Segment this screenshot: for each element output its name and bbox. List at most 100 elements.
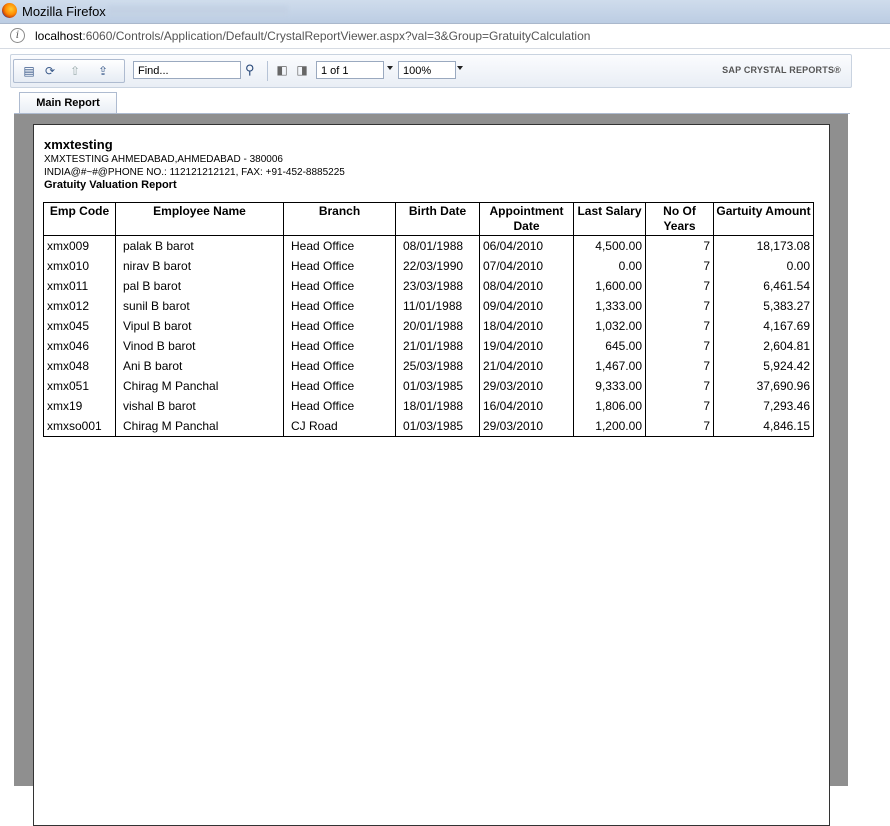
table-row: xmx19 vishal B barot Head Office 18/01/1988… [43,396,814,416]
table-cell: 645.00 [573,336,646,356]
table-cell: nirav B barot [115,256,284,276]
column-header: Birth Date [395,202,480,236]
table-cell: 7 [645,336,714,356]
zoom-dropdown-arrow-icon[interactable] [457,66,463,70]
report-area: xmxtesting XMXTESTING AHMEDABAD,AHMEDABA… [14,114,848,826]
table-cell: 4,846.15 [713,416,814,437]
table-cell: 09/04/2010 [479,296,574,316]
table-cell: Vipul B barot [115,316,284,336]
zoom-selector[interactable]: 100% [398,61,456,79]
gratuity-table: Emp Code Employee Name Branch Birth Date… [43,202,814,437]
table-cell: 06/04/2010 [479,235,574,256]
column-header: Last Salary [573,202,646,236]
table-cell: 20/01/1988 [395,316,480,336]
page-dropdown-arrow-icon[interactable] [387,66,393,70]
table-cell: Chirag M Panchal [115,416,284,437]
table-cell: 5,924.42 [713,356,814,376]
table-row: xmx012 sunil B barot Head Office 11/01/1988… [43,296,814,316]
page-selector[interactable]: 1 of 1 [316,61,384,79]
table-cell: 1,600.00 [573,276,646,296]
table-cell: 2,604.81 [713,336,814,356]
table-cell: Chirag M Panchal [115,376,284,396]
table-row: xmx011 pal B barot Head Office 23/03/1988 08… [43,276,814,296]
refresh-icon[interactable]: ⟳ [41,63,59,79]
search-binoculars-icon[interactable]: ⚲ [245,62,255,78]
table-cell: 19/04/2010 [479,336,574,356]
page-next-icon[interactable]: ◨ [293,62,311,78]
table-cell: xmx010 [43,256,116,276]
table-cell: 01/03/1985 [395,376,480,396]
table-cell: 01/03/1985 [395,416,480,437]
table-cell: 11/01/1988 [395,296,480,316]
table-cell: 7 [645,396,714,416]
column-header: No Of Years [645,202,714,236]
export-icon[interactable]: ⇪ [94,63,112,79]
table-cell: 25/03/1988 [395,356,480,376]
blurred-title-area [108,6,288,16]
table-cell: 7 [645,356,714,376]
table-cell: Head Office [283,396,396,416]
table-cell: xmx046 [43,336,116,356]
table-cell: xmx19 [43,396,116,416]
site-info-icon[interactable]: i [10,28,25,43]
column-header: Emp Code [43,202,116,236]
table-row: xmxso001 Chirag M Panchal CJ Road 01/03/198… [43,416,814,437]
find-input[interactable]: Find... [133,61,241,79]
table-cell: 29/03/2010 [479,376,574,396]
report-page: xmxtesting XMXTESTING AHMEDABAD,AHMEDABA… [33,124,830,826]
table-cell: 18/04/2010 [479,316,574,336]
table-cell: vishal B barot [115,396,284,416]
viewer-toolbar: ▤ ⟳ ⇧ ⇪ Find... ⚲ ◧ ◨ 1 of 1 100% SAP CR… [10,54,852,88]
table-cell: 37,690.96 [713,376,814,396]
table-cell: 21/01/1988 [395,336,480,356]
table-cell: Head Office [283,235,396,256]
table-row: xmx051 Chirag M Panchal Head Office 01/03/1… [43,376,814,396]
table-cell: 29/03/2010 [479,416,574,437]
window-titlebar: Mozilla Firefox [0,0,890,24]
table-cell: 1,032.00 [573,316,646,336]
table-cell: 22/03/1990 [395,256,480,276]
table-cell: 7 [645,256,714,276]
table-cell: Head Office [283,256,396,276]
up-arrow-icon[interactable]: ⇧ [66,63,84,79]
company-address: XMXTESTING AHMEDABAD,AHMEDABAD - 380006 [44,154,283,165]
tab-main-report[interactable]: Main Report [19,92,117,113]
tab-strip: Main Report [14,91,850,114]
table-cell: xmx051 [43,376,116,396]
table-cell: 5,383.27 [713,296,814,316]
table-cell: Head Office [283,296,396,316]
company-name: xmxtesting [44,137,113,152]
table-cell: 6,461.54 [713,276,814,296]
address-bar[interactable]: i localhost:6060/Controls/Application/De… [0,24,890,49]
table-row: xmx010 nirav B barot Head Office 22/03/1990… [43,256,814,276]
table-cell: pal B barot [115,276,284,296]
brand-label: SAP CRYSTAL REPORTS® [722,65,841,75]
table-cell: Head Office [283,356,396,376]
table-cell: 1,333.00 [573,296,646,316]
column-header: Appointment Date [479,202,574,236]
table-cell: 4,167.69 [713,316,814,336]
table-cell: 18,173.08 [713,235,814,256]
table-cell: xmx045 [43,316,116,336]
table-row: xmx009 palak B barot Head Office 08/01/1988… [43,235,814,256]
window-title: Mozilla Firefox [22,4,106,19]
table-cell: 0.00 [573,256,646,276]
table-row: xmx046 Vinod B barot Head Office 21/01/1988… [43,336,814,356]
toolbar-button-group: ▤ ⟳ ⇧ ⇪ [13,59,125,83]
page-prev-icon[interactable]: ◧ [273,62,291,78]
table-cell: Vinod B barot [115,336,284,356]
crystal-report-viewer: ▤ ⟳ ⇧ ⇪ Find... ⚲ ◧ ◨ 1 of 1 100% SAP CR… [0,49,890,826]
table-cell: 16/04/2010 [479,396,574,416]
column-header: Gartuity Amount [713,202,814,236]
table-cell: 7 [645,296,714,316]
table-cell: palak B barot [115,235,284,256]
print-icon[interactable]: ▤ [20,63,38,79]
url-text[interactable]: localhost:6060/Controls/Application/Defa… [35,29,590,43]
url-host: localhost [35,29,83,43]
table-cell: CJ Road [283,416,396,437]
url-path: :6060/Controls/Application/Default/Cryst… [82,29,591,43]
table-cell: 23/03/1988 [395,276,480,296]
table-cell: xmx048 [43,356,116,376]
table-cell: xmx011 [43,276,116,296]
table-cell: 7 [645,316,714,336]
